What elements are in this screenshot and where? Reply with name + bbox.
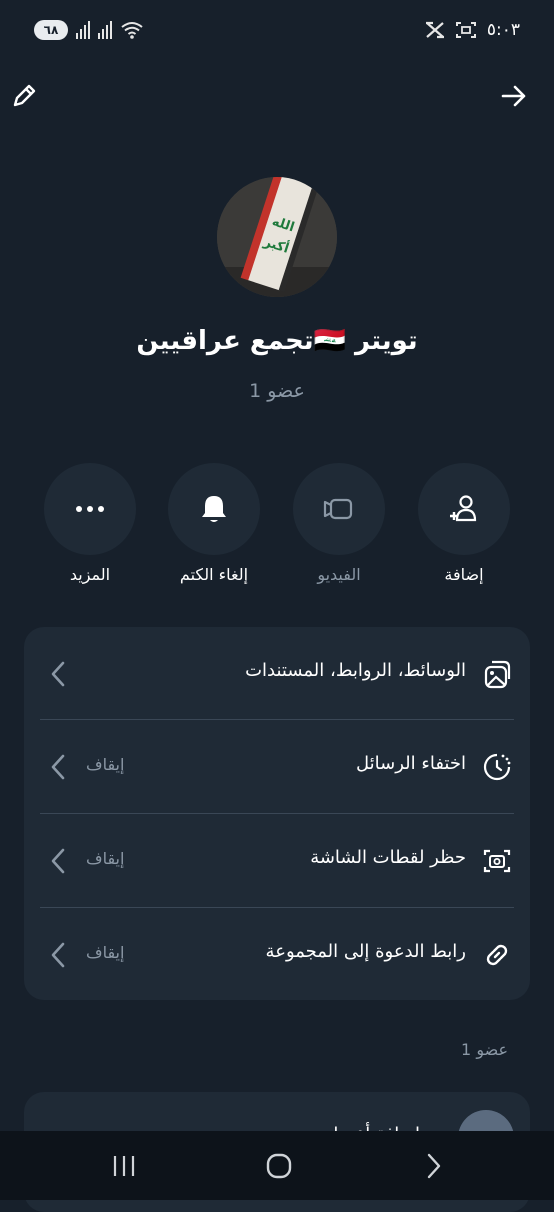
video-icon [323,498,353,520]
video-action[interactable]: الفيديو [293,463,385,584]
screen-record-icon [455,22,476,38]
forward-button[interactable] [494,76,534,116]
status-right: ٥:٠٣ [425,20,520,40]
signal-icon-2 [98,21,112,39]
video-action-label: الفيديو [317,565,361,584]
chevron-left-icon [46,940,70,970]
status-left: ٦٨ [34,20,144,40]
chevron-right-icon [427,1153,441,1179]
add-action-label: إضافة [444,565,484,584]
unmute-action-label: إلغاء الكتم [179,565,249,584]
timer-icon [480,750,514,784]
wifi-icon [121,22,143,39]
back-button[interactable] [414,1151,454,1181]
members-section-header: 1 عضو [461,1040,508,1059]
member-count: 1 عضو [249,380,305,402]
more-action[interactable]: المزيد [44,463,136,584]
pencil-icon [13,84,36,107]
settings-row-value: إيقاف [86,943,125,962]
more-icon [76,506,104,512]
settings-row-label: رابط الدعوة إلى المجموعة [265,941,466,962]
home-icon [266,1153,292,1179]
settings-row-label: حظر لقطات الشاشة [310,847,466,868]
capcut-icon [425,21,444,39]
edit-button[interactable] [4,76,44,116]
group-name: تجمع عراقيين🇮🇶 تويتر [136,326,418,356]
clock: ٥:٠٣ [486,20,520,40]
add-user-icon [450,495,477,522]
more-action-label: المزيد [69,565,111,584]
chevron-left-icon [46,752,70,782]
settings-row-value: إيقاف [86,849,125,868]
chevron-left-icon [46,659,70,689]
settings-row-value: إيقاف [86,755,125,774]
iraq-flag-image: الله أكبر [217,177,337,297]
settings-row-label: الوسائط، الروابط، المستندات [245,660,466,681]
settings-row-disappearing[interactable]: اختفاء الرسائل إيقاف [24,720,530,814]
recents-button[interactable] [104,1151,144,1181]
arrow-right-icon [501,85,526,107]
recents-icon [113,1156,135,1176]
status-bar: ٦٨ ٥:٠٣ [0,0,554,64]
unmute-action-circle[interactable] [168,463,260,555]
home-button[interactable] [259,1151,299,1181]
settings-row-label: اختفاء الرسائل [356,753,466,774]
settings-row-media[interactable]: الوسائط، الروابط، المستندات [24,627,530,721]
add-action-circle[interactable] [418,463,510,555]
video-action-circle[interactable] [293,463,385,555]
media-icon [480,657,514,691]
settings-row-screenshot[interactable]: حظر لقطات الشاشة إيقاف [24,814,530,908]
signal-icon [76,21,90,39]
bell-icon [202,496,226,522]
chevron-left-icon [46,846,70,876]
more-action-circle[interactable] [44,463,136,555]
group-avatar[interactable]: الله أكبر [217,177,337,297]
battery-indicator: ٦٨ [34,20,68,40]
screenshot-icon [480,844,514,878]
settings-card: الوسائط، الروابط، المستندات اختفاء الرسا… [24,627,530,1000]
system-nav-bar [0,1131,554,1200]
add-action[interactable]: إضافة [418,463,510,584]
link-icon [480,938,514,972]
unmute-action[interactable]: إلغاء الكتم [168,463,260,584]
settings-row-invite-link[interactable]: رابط الدعوة إلى المجموعة إيقاف [24,908,530,1002]
